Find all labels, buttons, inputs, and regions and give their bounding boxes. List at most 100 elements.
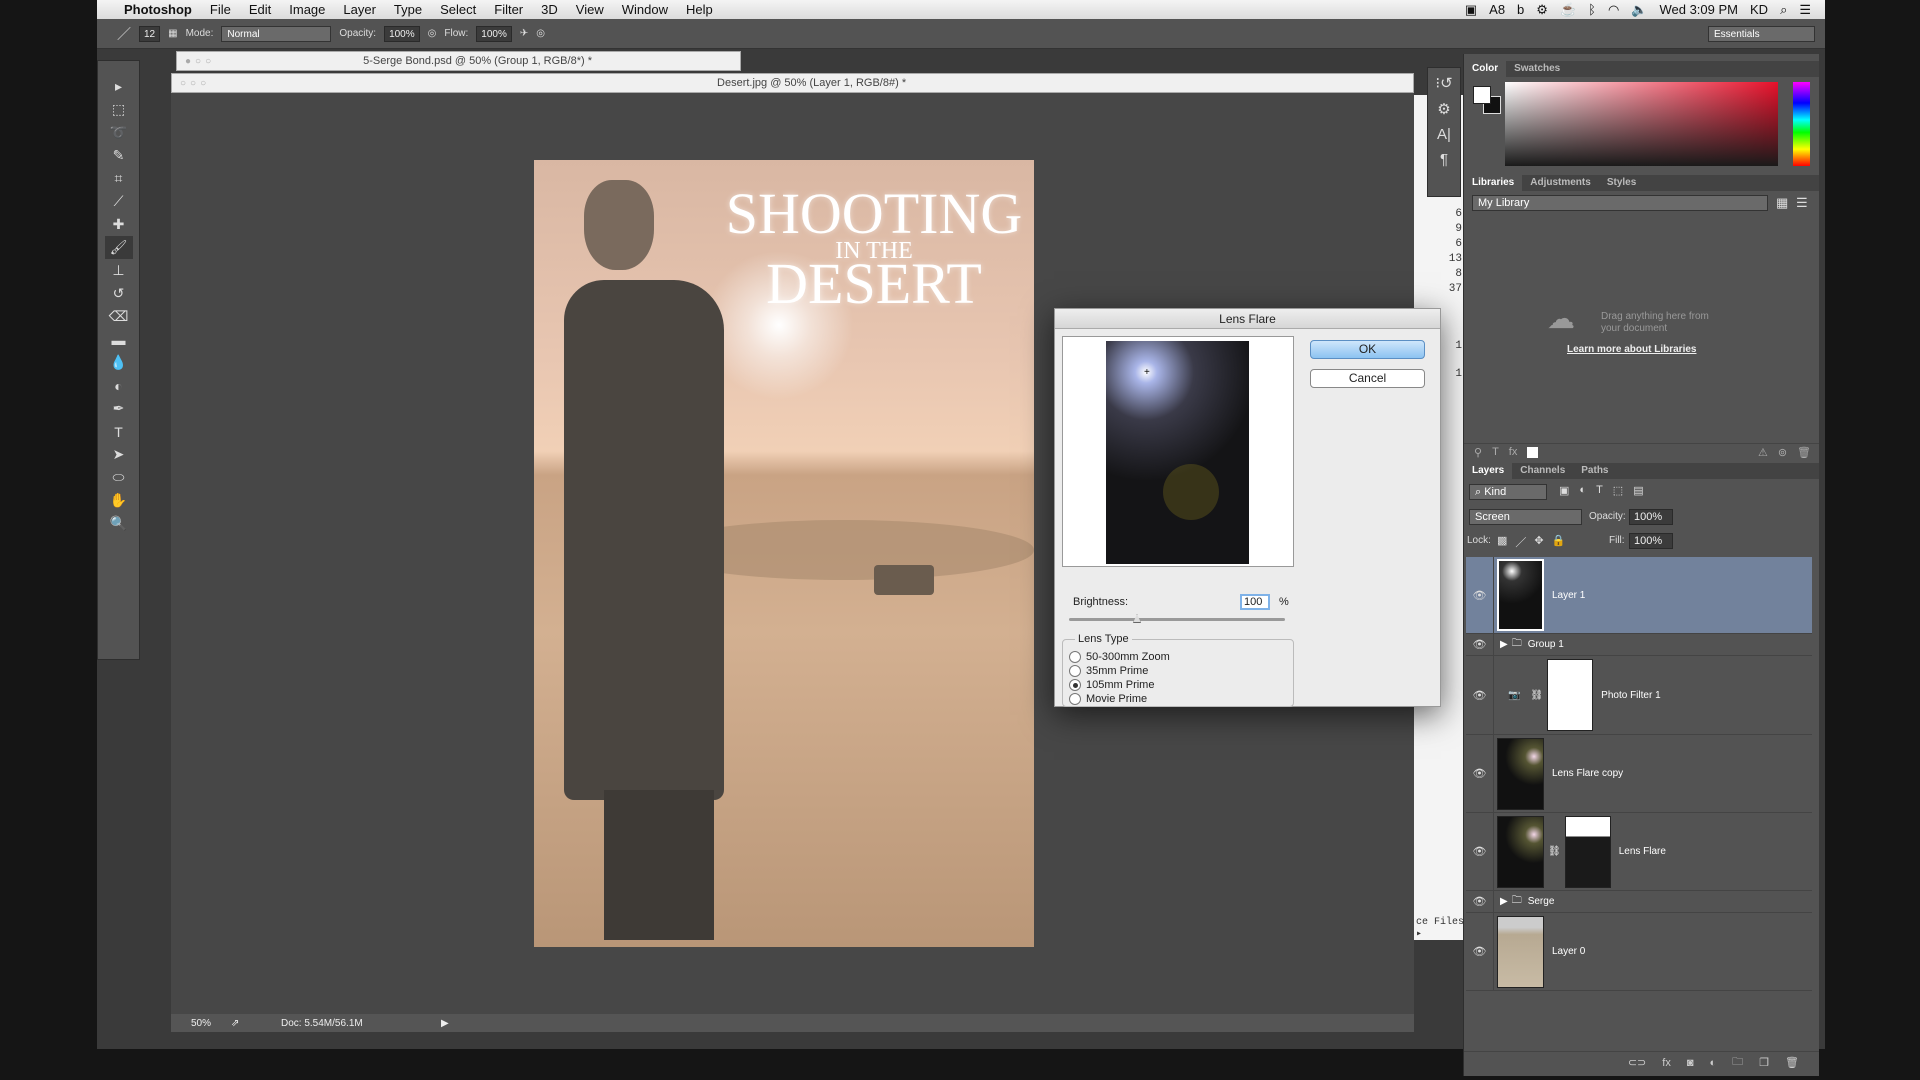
type-filter-icon[interactable]: T [1596,484,1603,497]
brush-panel-icon[interactable]: ▦ [168,28,177,39]
new-group-icon[interactable]: 🗀 [1732,1053,1743,1072]
tab-adjustments[interactable]: Adjustments [1522,175,1599,191]
visibility-eye-icon[interactable]: 👁 [1466,634,1494,655]
layer-row-lens-flare-copy[interactable]: 👁 Lens Flare copy [1466,735,1812,813]
adjustment-filter-icon[interactable]: ◐ [1579,484,1586,497]
menu-select[interactable]: Select [431,2,485,17]
wifi-icon[interactable]: ◠ [1608,2,1619,18]
add-graphic-icon[interactable]: ⚲ [1474,446,1482,459]
pressure-opacity-icon[interactable]: ◎ [428,28,437,39]
hidden-window-footer[interactable]: ce Files ▸ [1416,917,1464,940]
add-mask-icon[interactable]: ◙ [1687,1057,1694,1069]
cancel-button[interactable]: Cancel [1310,369,1425,388]
layer-filter-select[interactable]: ⌕ Kind [1469,484,1547,500]
menu-view[interactable]: View [567,2,613,17]
add-layer-style-icon[interactable]: fx [1509,446,1518,458]
library-select[interactable]: My Library [1472,195,1768,211]
bluetooth-icon[interactable]: ᛒ [1588,2,1596,17]
eyedropper-tool-icon[interactable]: ⟋ [105,190,133,213]
layer-row-layer-1[interactable]: 👁 Layer 1 [1466,557,1812,634]
window-controls[interactable]: ○○○ [172,78,210,89]
menu-edit[interactable]: Edit [240,2,280,17]
history-panel-icon[interactable]: ⁝↺ [1435,74,1452,92]
hand-tool-icon[interactable]: ✋ [105,489,133,512]
smart-object-filter-icon[interactable]: ▤ [1633,484,1643,497]
flare-center-crosshair-icon[interactable]: + [1144,367,1150,378]
layer-style-icon[interactable]: fx [1662,1057,1671,1069]
brush-size-picker[interactable]: 12 [139,25,161,42]
document-image[interactable]: SHOOTING IN THE DESERT [534,160,1034,947]
menu-image[interactable]: Image [280,2,334,17]
b-icon[interactable]: b [1517,2,1524,17]
tab-styles[interactable]: Styles [1599,175,1644,191]
sync-icon[interactable]: ⊚ [1778,446,1787,459]
menu-photoshop[interactable]: Photoshop [115,2,201,17]
mode-select[interactable]: Normal [221,25,332,42]
visibility-eye-icon[interactable]: 👁 [1466,813,1494,890]
add-text-style-icon[interactable]: T [1492,446,1499,458]
camera-icon[interactable]: ▣ [1465,2,1477,18]
foreground-color-swatch[interactable] [1473,86,1491,104]
flow-input[interactable]: 100% [476,25,512,42]
history-brush-tool-icon[interactable]: ↺ [105,282,133,305]
list-view-icon[interactable]: ☰ [1796,195,1808,211]
share-icon[interactable]: ⇗ [231,1018,271,1029]
blend-mode-select[interactable]: Screen [1469,509,1582,525]
expand-arrow-icon[interactable]: ▶ [1500,639,1508,650]
flare-preview[interactable]: + [1106,341,1249,564]
marquee-tool-icon[interactable]: ⬚ [105,98,133,121]
airbrush-icon[interactable]: ✈ [520,28,528,39]
lock-transparent-icon[interactable]: ▩ [1497,534,1507,550]
healing-tool-icon[interactable]: ✚ [105,213,133,236]
character-panel-icon[interactable]: A| [1437,126,1451,143]
brush-tool-icon[interactable]: 🖌 [104,236,133,259]
fill-input[interactable]: 100% [1629,533,1673,549]
paragraph-panel-icon[interactable]: ¶ [1440,151,1448,168]
zoom-level[interactable]: 50% [171,1018,231,1029]
clock[interactable]: Wed 3:09 PM [1659,2,1738,17]
brush-tool-icon[interactable]: ／ [117,24,131,44]
layer-opacity-input[interactable]: 100% [1629,509,1673,525]
lens-radio-50-300mm[interactable]: 50-300mm Zoom [1069,650,1287,664]
brightness-slider[interactable] [1069,614,1285,623]
user-name[interactable]: KD [1750,2,1768,17]
mask-link-icon[interactable]: ⛓ [1548,846,1561,857]
window-controls[interactable]: ●○○ [177,56,215,67]
layer-row-photo-filter-1[interactable]: 👁 📷 ⛓ Photo Filter 1 [1466,656,1812,735]
lock-pixels-icon[interactable]: ／ [1515,534,1526,550]
type-tool-icon[interactable]: T [105,420,133,443]
link-layers-icon[interactable]: ⊂⊃ [1628,1056,1646,1069]
visibility-eye-icon[interactable]: 👁 [1466,557,1494,633]
ok-button[interactable]: OK [1310,340,1425,359]
menu-layer[interactable]: Layer [334,2,385,17]
path-select-tool-icon[interactable]: ➤ [105,443,133,466]
shape-tool-icon[interactable]: ⬭ [105,466,133,489]
menu-help[interactable]: Help [677,2,722,17]
move-tool-icon[interactable]: ▸ [105,75,133,98]
warning-icon[interactable]: ⚠ [1758,446,1768,459]
properties-panel-icon[interactable]: ⚙ [1437,100,1450,118]
adobe-icon[interactable]: A8 [1489,2,1505,17]
coffee-icon[interactable]: ☕ [1560,2,1576,18]
color-field[interactable] [1505,82,1778,166]
tab-libraries[interactable]: Libraries [1464,175,1523,191]
visibility-eye-icon[interactable]: 👁 [1466,913,1494,990]
menu-window[interactable]: Window [613,2,677,17]
pressure-size-icon[interactable]: ◎ [536,28,545,39]
visibility-eye-icon[interactable]: 👁 [1466,656,1494,734]
visibility-eye-icon[interactable]: 👁 [1466,735,1494,812]
clone-stamp-tool-icon[interactable]: ⊥ [105,259,133,282]
expand-arrow-icon[interactable]: ▶ [1500,896,1508,907]
tab-channels[interactable]: Channels [1512,463,1573,479]
pen-tool-icon[interactable]: ✒ [105,397,133,420]
delete-layer-icon[interactable]: 🗑 [1785,1056,1799,1069]
learn-more-link[interactable]: Learn more about Libraries [1567,344,1696,355]
blur-tool-icon[interactable]: 💧 [105,351,133,374]
tab-color[interactable]: Color [1464,61,1507,77]
dodge-tool-icon[interactable]: ◐ [105,374,133,397]
crop-tool-icon[interactable]: ⌗ [105,167,133,190]
lasso-tool-icon[interactable]: ➰ [105,121,133,144]
visibility-eye-icon[interactable]: 👁 [1466,891,1494,912]
quick-select-tool-icon[interactable]: ✎ [105,144,133,167]
lock-position-icon[interactable]: ✥ [1534,534,1543,550]
